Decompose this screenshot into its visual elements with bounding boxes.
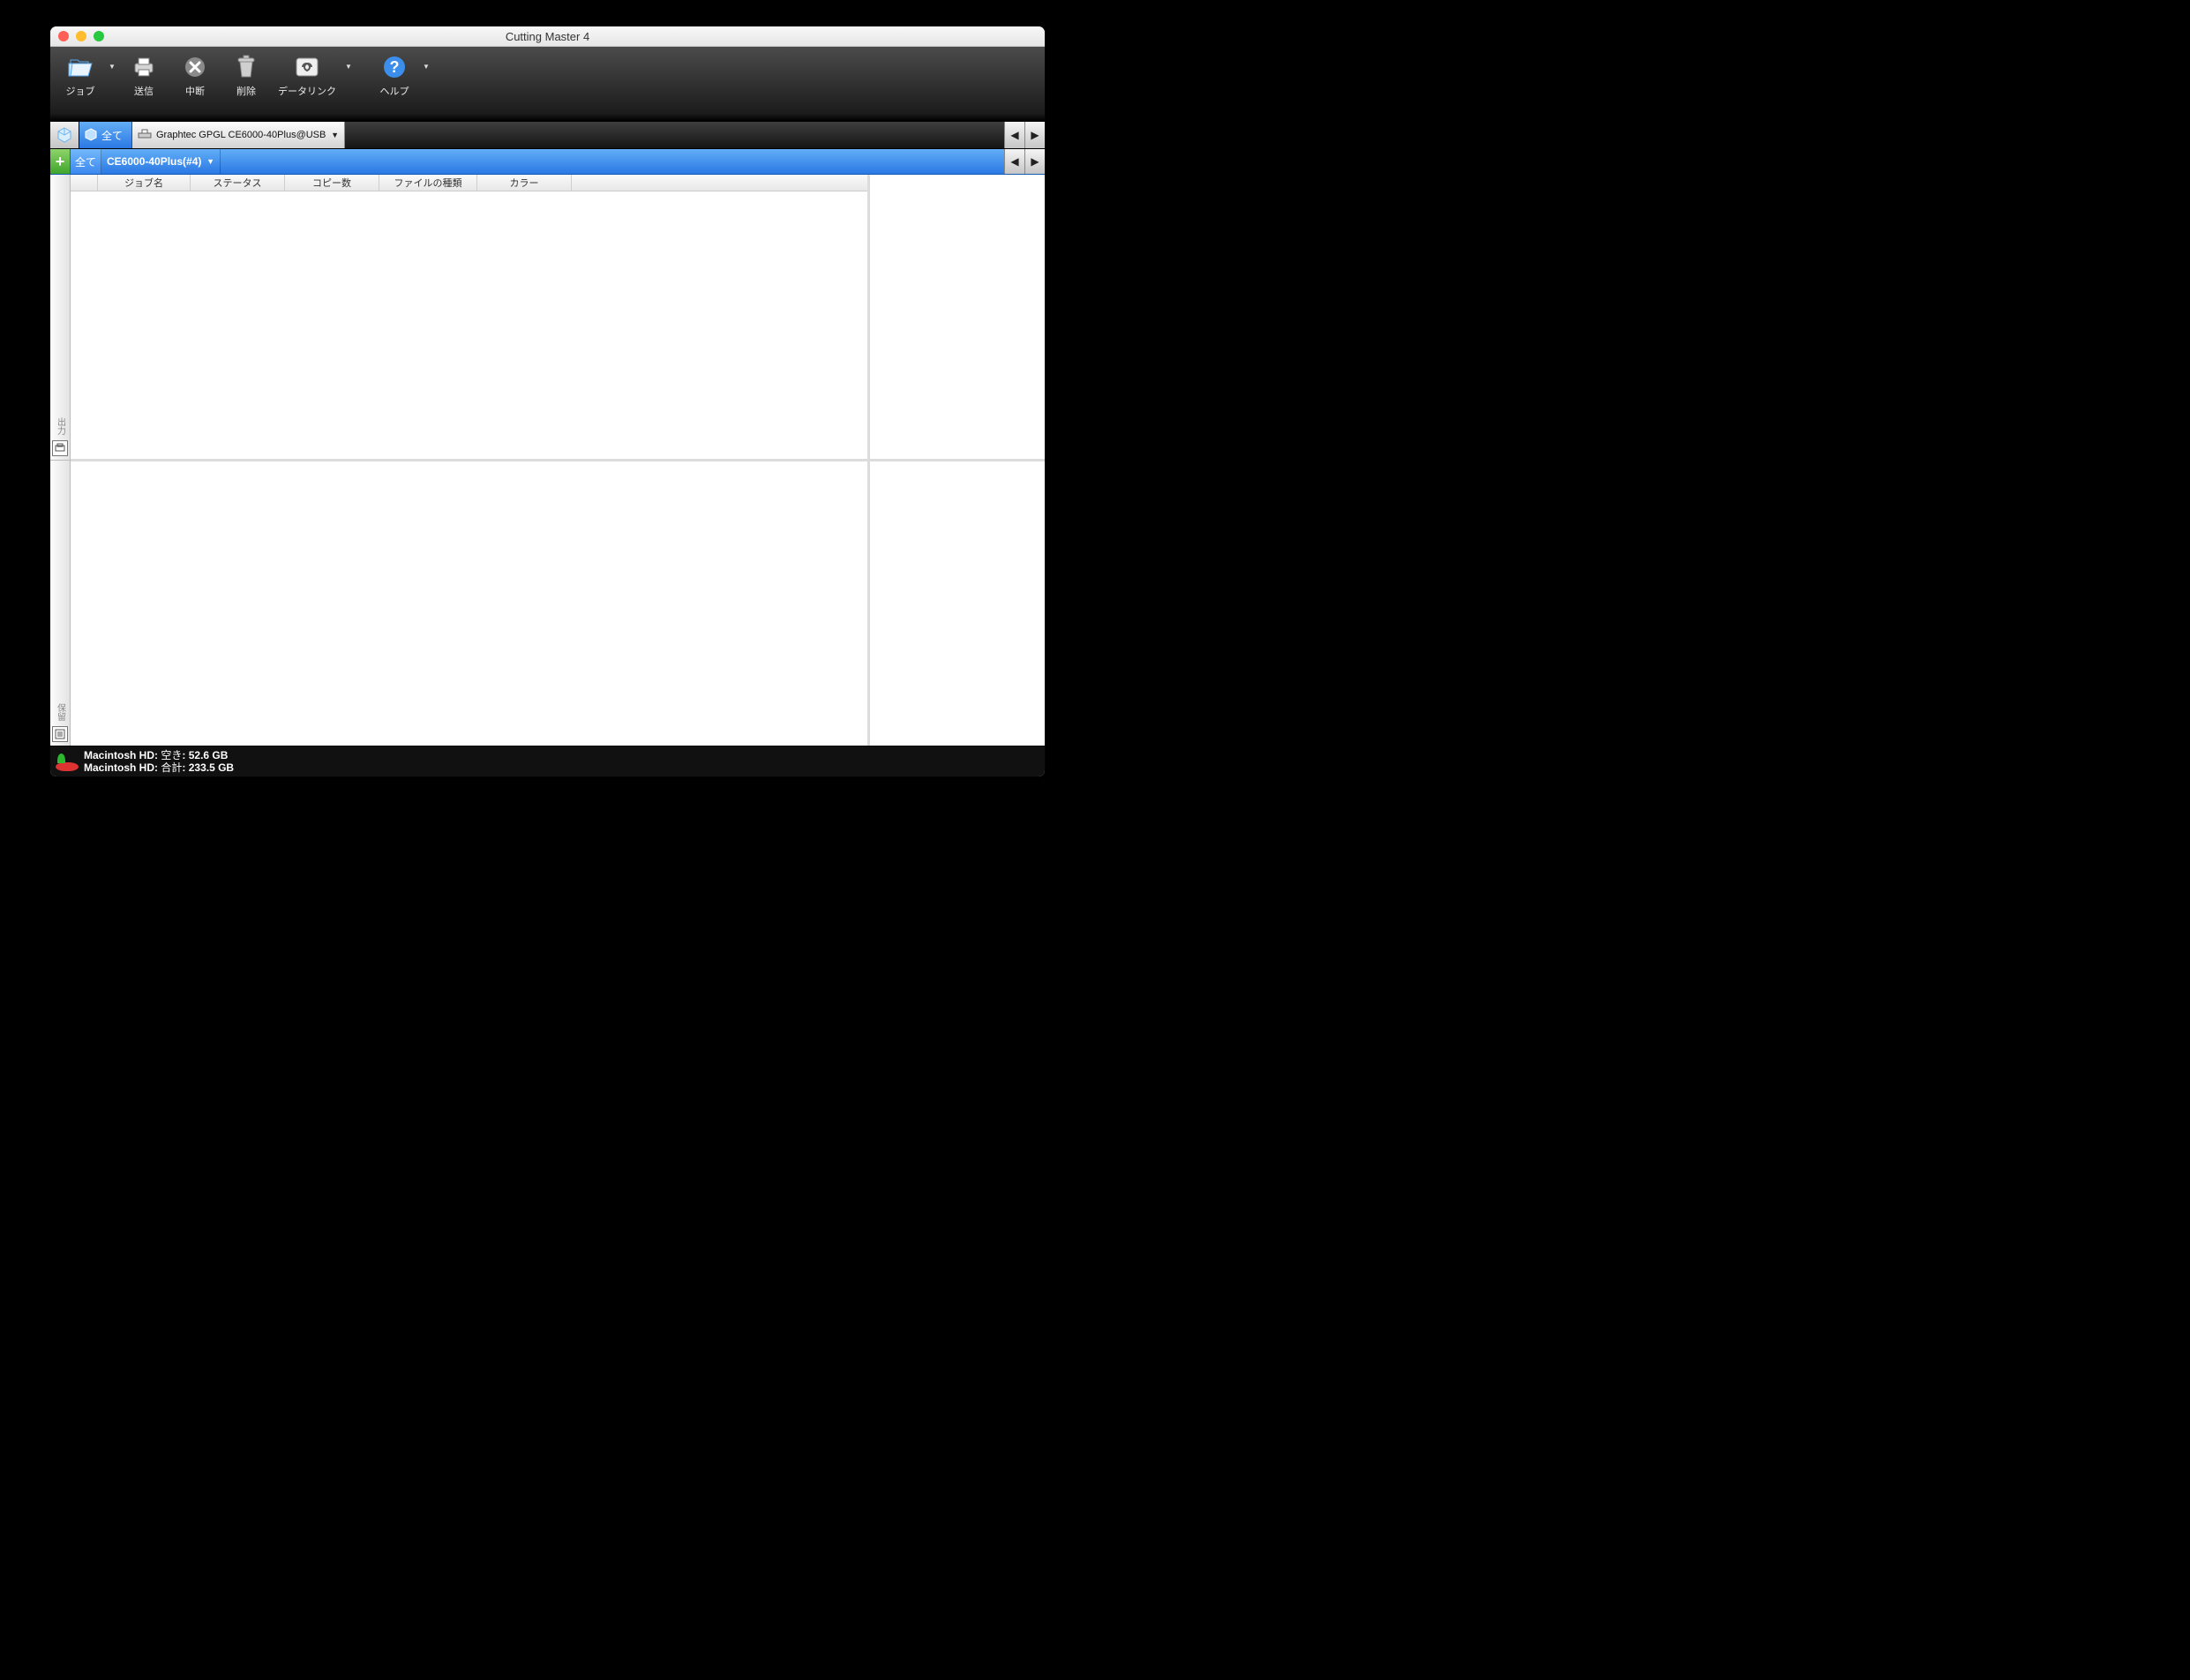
device-selected: Graphtec GPGL CE6000-40Plus@USB [156, 130, 326, 140]
hold-side-tab[interactable]: 保留 [50, 460, 70, 746]
device-bar: 全て Graphtec GPGL CE6000-40Plus@USB ▼ ◀ ▶ [50, 122, 1045, 149]
panes: ジョブ名 ステータス コピー数 ファイルの種類 カラー [71, 175, 1045, 746]
help-icon: ? [381, 54, 408, 80]
hold-preview [867, 461, 1045, 746]
add-queue-button[interactable]: + [50, 149, 71, 174]
window-title: Cutting Master 4 [50, 30, 1045, 43]
zoom-window-button[interactable] [94, 31, 104, 41]
hold-pane [71, 459, 1045, 746]
disk-total-value: 233.5 GB [189, 761, 234, 774]
trash-icon [233, 54, 259, 80]
window-controls [58, 31, 104, 41]
job-list: ジョブ名 ステータス コピー数 ファイルの種類 カラー [71, 175, 867, 459]
job-table-header: ジョブ名 ステータス コピー数 ファイルの種類 カラー [71, 175, 867, 191]
disk-free-label: 空き [161, 749, 182, 761]
hold-side-icon [52, 726, 68, 742]
job-table-body[interactable] [71, 191, 867, 459]
svg-text:?: ? [390, 58, 400, 76]
queue-selected: CE6000-40Plus(#4) [107, 155, 201, 168]
help-dropdown[interactable]: ▼ [421, 63, 431, 71]
queue-all-label: 全て [75, 154, 96, 169]
col-job-name[interactable]: ジョブ名 [98, 175, 191, 191]
datalink-dropdown[interactable]: ▼ [343, 63, 354, 71]
disk-usage-icon [56, 752, 79, 771]
hold-side-label: 保留 [54, 703, 67, 721]
output-preview [867, 175, 1045, 459]
col-file-type[interactable]: ファイルの種類 [379, 175, 477, 191]
plotter-icon [138, 129, 152, 141]
device-selector[interactable]: Graphtec GPGL CE6000-40Plus@USB ▼ [132, 122, 345, 148]
disk-name-1: Macintosh HD [84, 749, 154, 761]
cube-small-icon [84, 128, 98, 142]
datalink-label: データリンク [278, 84, 336, 98]
minimize-window-button[interactable] [76, 31, 86, 41]
main-area: 出力 保留 ジ [50, 175, 1045, 746]
app-window: Cutting Master 4 ジョブ ▼ 送信 中断 [50, 26, 1045, 776]
abort-button[interactable]: 中断 [170, 52, 220, 100]
dropdown-arrow-icon: ▼ [331, 131, 339, 139]
cancel-icon [182, 54, 208, 80]
send-button[interactable]: 送信 [119, 52, 169, 100]
help-label: ヘルプ [380, 84, 409, 98]
link-icon [294, 54, 320, 80]
disk-name-2: Macintosh HD [84, 761, 154, 774]
close-window-button[interactable] [58, 31, 69, 41]
output-side-icon [52, 440, 68, 456]
queue-bar: + 全て CE6000-40Plus(#4) ▼ ◀ ▶ [50, 149, 1045, 175]
job-label: ジョブ [66, 84, 95, 98]
delete-label: 削除 [236, 84, 256, 98]
folder-open-icon [67, 54, 94, 80]
dropdown-arrow-icon: ▼ [206, 157, 214, 166]
send-label: 送信 [134, 84, 154, 98]
cube-icon [56, 126, 73, 144]
queue-scroll-right[interactable]: ▶ [1024, 149, 1045, 174]
hold-list[interactable] [71, 461, 867, 746]
disk-usage-text: Macintosh HD: 空き: 52.6 GB Macintosh HD: … [84, 749, 234, 774]
printer-icon [131, 54, 157, 80]
status-bar: Macintosh HD: 空き: 52.6 GB Macintosh HD: … [50, 746, 1045, 776]
job-button[interactable]: ジョブ [56, 52, 105, 100]
help-button[interactable]: ? ヘルプ [370, 52, 419, 100]
titlebar: Cutting Master 4 [50, 26, 1045, 47]
device-bar-spacer [345, 122, 1004, 148]
device-scroll-left[interactable]: ◀ [1004, 122, 1024, 148]
device-scroll-right[interactable]: ▶ [1024, 122, 1045, 148]
abort-label: 中断 [185, 84, 205, 98]
col-copies[interactable]: コピー数 [285, 175, 379, 191]
queue-bar-spacer [221, 149, 1004, 174]
queue-selector[interactable]: CE6000-40Plus(#4) ▼ [101, 149, 221, 174]
output-pane: ジョブ名 ステータス コピー数 ファイルの種類 カラー [71, 175, 1045, 459]
disk-free-value: 52.6 GB [189, 749, 229, 761]
col-status[interactable]: ステータス [191, 175, 285, 191]
queue-scroll-left[interactable]: ◀ [1004, 149, 1024, 174]
side-tabs: 出力 保留 [50, 175, 71, 746]
output-side-tab[interactable]: 出力 [50, 175, 70, 460]
job-dropdown[interactable]: ▼ [107, 63, 117, 71]
device-settings-button[interactable] [50, 122, 79, 148]
main-toolbar: ジョブ ▼ 送信 中断 削除 [50, 47, 1045, 122]
queue-all-tab[interactable]: 全て [71, 149, 101, 174]
col-color[interactable]: カラー [477, 175, 572, 191]
delete-button[interactable]: 削除 [221, 52, 271, 100]
output-side-label: 出力 [54, 417, 67, 435]
datalink-button[interactable]: データリンク [273, 52, 341, 100]
device-all-label: 全て [101, 128, 123, 143]
device-all-tab[interactable]: 全て [79, 122, 132, 148]
row-handle-column[interactable] [71, 175, 98, 191]
disk-total-label: 合計 [161, 761, 182, 774]
